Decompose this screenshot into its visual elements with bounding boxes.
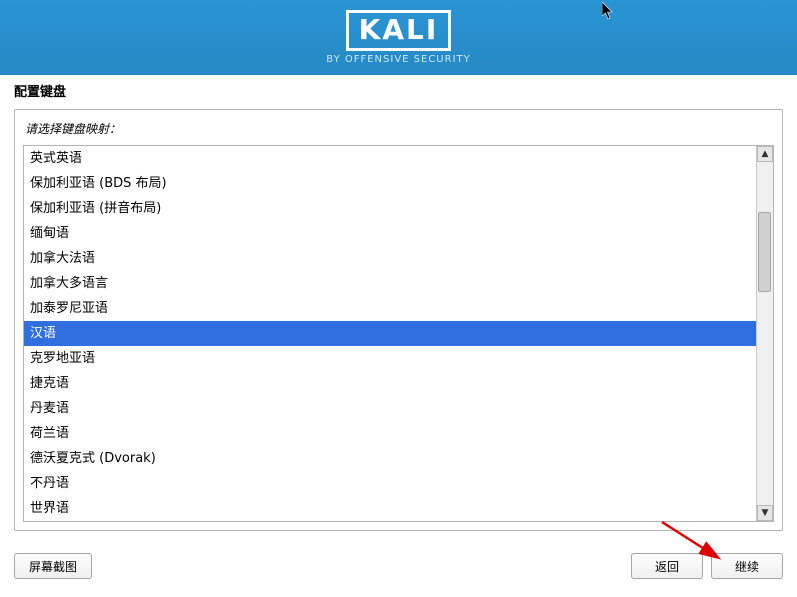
list-item[interactable]: 保加利亚语 (BDS 布局)	[24, 171, 756, 196]
list-item[interactable]: 荷兰语	[24, 421, 756, 446]
scroll-track[interactable]	[757, 162, 773, 505]
scroll-down-button[interactable]: ▼	[757, 505, 773, 521]
keyboard-layout-list[interactable]: 英式英语保加利亚语 (BDS 布局)保加利亚语 (拼音布局)缅甸语加拿大法语加拿…	[24, 146, 756, 521]
list-item[interactable]: 德沃夏克式 (Dvorak)	[24, 446, 756, 471]
keyboard-layout-listbox[interactable]: 英式英语保加利亚语 (BDS 布局)保加利亚语 (拼音布局)缅甸语加拿大法语加拿…	[23, 145, 774, 522]
back-button[interactable]: 返回	[631, 553, 703, 579]
main-panel: 请选择键盘映射： 英式英语保加利亚语 (BDS 布局)保加利亚语 (拼音布局)缅…	[14, 109, 783, 531]
list-item[interactable]: 缅甸语	[24, 221, 756, 246]
brand-subtitle: BY OFFENSIVE SECURITY	[326, 54, 471, 65]
brand-name: KALI	[346, 10, 452, 51]
kali-logo: KALI BY OFFENSIVE SECURITY	[326, 10, 471, 65]
prompt-label: 请选择键盘映射：	[15, 120, 782, 145]
list-item[interactable]: 不丹语	[24, 471, 756, 496]
list-item[interactable]: 丹麦语	[24, 396, 756, 421]
cursor-icon	[602, 2, 614, 20]
page-title: 配置键盘	[0, 75, 797, 105]
list-item[interactable]: 英式英语	[24, 146, 756, 171]
continue-button[interactable]: 继续	[711, 553, 783, 579]
installer-header: KALI BY OFFENSIVE SECURITY	[0, 0, 797, 75]
screenshot-button[interactable]: 屏幕截图	[14, 553, 92, 579]
list-item[interactable]: 捷克语	[24, 371, 756, 396]
list-item[interactable]: 加拿大多语言	[24, 271, 756, 296]
list-item[interactable]: 加泰罗尼亚语	[24, 296, 756, 321]
list-item[interactable]: 世界语	[24, 496, 756, 521]
footer-bar: 屏幕截图 返回 继续	[14, 553, 783, 579]
scrollbar[interactable]: ▲ ▼	[756, 146, 773, 521]
scroll-thumb[interactable]	[758, 212, 771, 292]
list-item[interactable]: 保加利亚语 (拼音布局)	[24, 196, 756, 221]
list-item[interactable]: 加拿大法语	[24, 246, 756, 271]
list-item[interactable]: 汉语	[24, 321, 756, 346]
list-item[interactable]: 克罗地亚语	[24, 346, 756, 371]
footer-right-group: 返回 继续	[631, 553, 783, 579]
scroll-up-button[interactable]: ▲	[757, 146, 773, 162]
